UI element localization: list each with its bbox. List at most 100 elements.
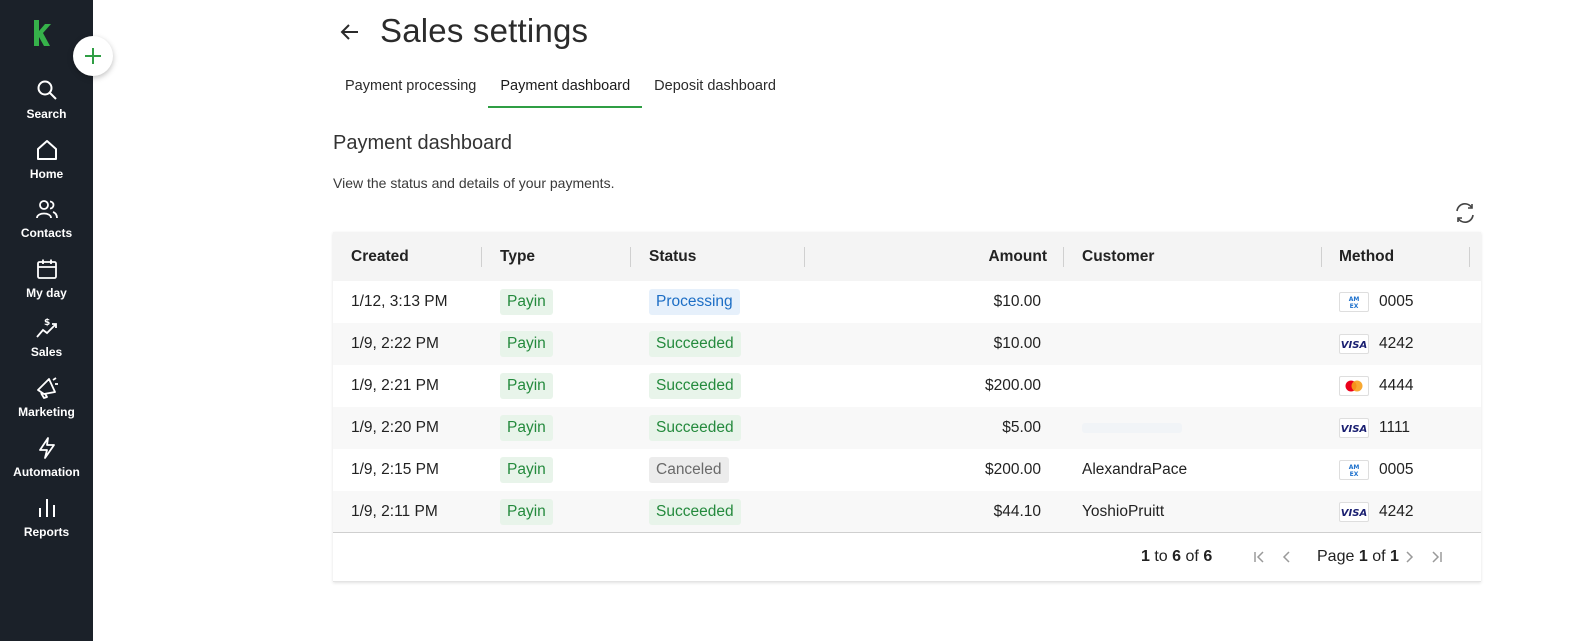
- type-badge: Payin: [500, 456, 553, 483]
- total-count: 6: [1203, 548, 1213, 565]
- column-resize-handle[interactable]: [804, 247, 805, 267]
- table-row[interactable]: 1/9, 2:20 PM Payin Succeeded $5.00 VISA …: [333, 407, 1481, 449]
- sidebar: Search Home Contacts My day $ Sales Mark…: [0, 0, 93, 641]
- amount-cell: $10.00: [993, 335, 1041, 352]
- range-of-label: of: [1185, 548, 1199, 565]
- sidebar-item-label: Sales: [30, 345, 63, 359]
- tab-payment-processing[interactable]: Payment processing: [333, 74, 488, 108]
- status-badge: Succeeded: [649, 372, 741, 399]
- sidebar-item-label: Home: [29, 167, 64, 181]
- sidebar-item-label: Marketing: [18, 405, 75, 419]
- section-description: View the status and details of your paym…: [333, 175, 615, 191]
- column-resize-handle[interactable]: [481, 247, 482, 267]
- sidebar-item-home[interactable]: Home: [0, 138, 93, 181]
- status-badge: Succeeded: [649, 498, 741, 525]
- column-resize-handle[interactable]: [1063, 247, 1064, 267]
- last-page-icon[interactable]: [1427, 547, 1447, 567]
- section-title: Payment dashboard: [333, 132, 513, 154]
- page-total: 1: [1389, 548, 1399, 565]
- column-header-status[interactable]: Status: [649, 232, 696, 281]
- svg-text:VISA: VISA: [1341, 508, 1367, 518]
- status-badge: Succeeded: [649, 414, 741, 441]
- home-icon: [36, 140, 57, 160]
- sidebar-item-marketing[interactable]: Marketing: [0, 376, 93, 419]
- search-icon: [37, 80, 57, 100]
- page-label: Page: [1317, 548, 1355, 565]
- table-row[interactable]: 1/9, 2:22 PM Payin Succeeded $10.00 VISA…: [333, 323, 1481, 365]
- add-button[interactable]: [73, 36, 113, 76]
- sidebar-item-reports[interactable]: Reports: [0, 496, 93, 539]
- tab-bar: Payment processing Payment dashboard Dep…: [333, 74, 788, 108]
- megaphone-icon: [36, 377, 58, 399]
- amount-cell: $200.00: [984, 461, 1041, 478]
- status-badge: Canceled: [649, 456, 729, 483]
- created-cell: 1/9, 2:15 PM: [351, 461, 439, 478]
- table-row[interactable]: 1/9, 2:21 PM Payin Succeeded $200.00 444…: [333, 365, 1481, 407]
- redacted-customer: [1082, 422, 1182, 433]
- card-last4: 0005: [1379, 461, 1414, 478]
- next-page-icon[interactable]: [1399, 547, 1419, 567]
- sidebar-item-automation[interactable]: Automation: [0, 436, 93, 479]
- back-arrow-icon[interactable]: [338, 20, 362, 44]
- sidebar-item-sales[interactable]: $ Sales: [0, 316, 93, 359]
- sidebar-item-my-day[interactable]: My day: [0, 257, 93, 300]
- column-header-created[interactable]: Created: [351, 232, 409, 281]
- customer-cell[interactable]: YoshioPruitt: [1082, 491, 1164, 533]
- table-footer: 1 to 6 of 6 Page 1 of 1: [333, 532, 1481, 581]
- card-last4: 4242: [1379, 335, 1414, 352]
- column-resize-handle[interactable]: [1469, 247, 1470, 267]
- column-resize-handle[interactable]: [1321, 247, 1322, 267]
- visa-card-icon: VISA: [1339, 502, 1369, 522]
- created-cell: 1/12, 3:13 PM: [351, 293, 448, 310]
- card-last4: 4242: [1379, 503, 1414, 520]
- sidebar-item-label: Reports: [23, 525, 70, 539]
- refresh-icon[interactable]: [1453, 201, 1477, 225]
- mastercard-card-icon: [1339, 376, 1369, 396]
- page-title: Sales settings: [380, 12, 589, 49]
- sidebar-item-label: Search: [26, 107, 67, 121]
- sidebar-item-search[interactable]: Search: [0, 78, 93, 121]
- svg-text:EX: EX: [1350, 303, 1359, 309]
- column-header-method[interactable]: Method: [1339, 232, 1394, 281]
- amount-cell: $5.00: [1002, 419, 1041, 436]
- payments-table: Created Type Status Amount Customer Meth…: [333, 232, 1481, 582]
- table-row[interactable]: 1/12, 3:13 PM Payin Processing $10.00 AM…: [333, 281, 1481, 323]
- svg-text:VISA: VISA: [1341, 340, 1367, 350]
- bar-chart-icon: [38, 499, 55, 517]
- keap-logo[interactable]: [30, 18, 54, 48]
- customer-cell[interactable]: AlexandraPace: [1082, 449, 1187, 491]
- range-start: 1: [1141, 548, 1150, 565]
- created-cell: 1/9, 2:21 PM: [351, 377, 439, 394]
- svg-text:EX: EX: [1350, 471, 1359, 477]
- sidebar-item-label: Contacts: [20, 226, 73, 240]
- table-row[interactable]: 1/9, 2:11 PM Payin Succeeded $44.10 Yosh…: [333, 491, 1481, 533]
- column-header-amount[interactable]: Amount: [927, 232, 1047, 281]
- amount-cell: $10.00: [993, 293, 1041, 310]
- column-header-customer[interactable]: Customer: [1082, 232, 1154, 281]
- page-of-label: of: [1372, 548, 1386, 565]
- type-badge: Payin: [500, 330, 553, 357]
- created-cell: 1/9, 2:22 PM: [351, 335, 439, 352]
- sales-icon: $: [35, 318, 57, 338]
- table-header: Created Type Status Amount Customer Meth…: [333, 232, 1481, 281]
- sidebar-item-contacts[interactable]: Contacts: [0, 197, 93, 240]
- calendar-icon: [36, 259, 57, 279]
- visa-card-icon: VISA: [1339, 334, 1369, 354]
- app-window: Search Home Contacts My day $ Sales Mark…: [0, 0, 1578, 641]
- column-resize-handle[interactable]: [630, 247, 631, 267]
- card-last4: 1111: [1379, 419, 1411, 436]
- tab-payment-dashboard[interactable]: Payment dashboard: [488, 74, 643, 108]
- lightning-icon: [38, 437, 55, 459]
- page-current: 1: [1358, 548, 1368, 565]
- column-header-type[interactable]: Type: [500, 232, 535, 281]
- svg-text:AM: AM: [1349, 296, 1360, 303]
- svg-text:VISA: VISA: [1341, 424, 1367, 434]
- status-badge: Processing: [649, 288, 740, 315]
- svg-text:AM: AM: [1349, 464, 1360, 471]
- first-page-icon[interactable]: [1249, 547, 1269, 567]
- created-cell: 1/9, 2:20 PM: [351, 419, 439, 436]
- tab-deposit-dashboard[interactable]: Deposit dashboard: [642, 74, 788, 108]
- row-count-summary: 1 to 6 of 6: [1141, 533, 1212, 581]
- table-row[interactable]: 1/9, 2:15 PM Payin Canceled $200.00 Alex…: [333, 449, 1481, 491]
- previous-page-icon[interactable]: [1277, 547, 1297, 567]
